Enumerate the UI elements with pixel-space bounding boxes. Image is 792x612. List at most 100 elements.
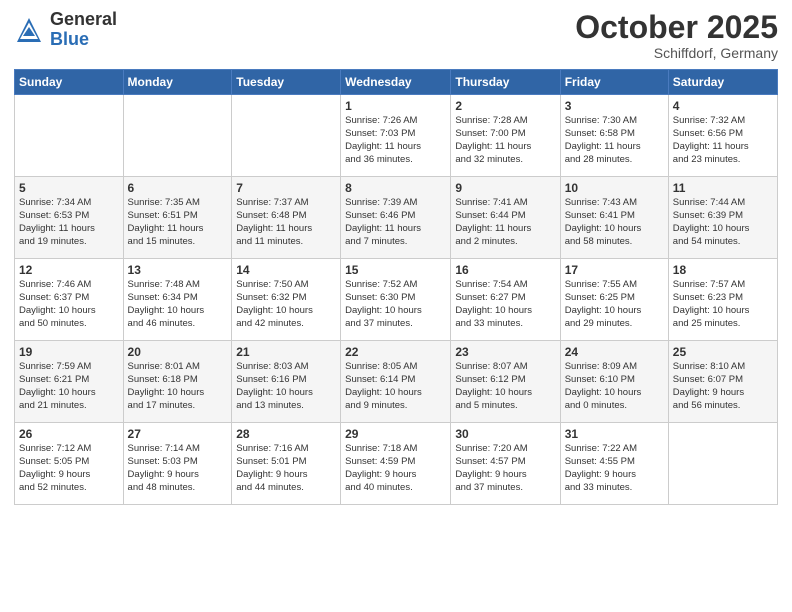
calendar-cell [668,423,777,505]
calendar-week-row: 19Sunrise: 7:59 AM Sunset: 6:21 PM Dayli… [15,341,778,423]
calendar-week-row: 12 Sunrise: 7:46 AM Sunset: 6:37 PM Dayli… [15,259,778,341]
col-thursday: Thursday [451,70,560,95]
day-info: Sunrise: 8:01 AM Sunset: 6:18 PM Dayligh… [128,361,228,412]
calendar-cell [123,95,232,177]
calendar-cell: 26Sunrise: 7:12 AM Sunset: 5:05 PM Dayli… [15,423,124,505]
col-monday: Monday [123,70,232,95]
logo-text: General Blue [50,10,117,50]
day-info: Sunrise: 7:14 AM Sunset: 5:03 PM Dayligh… [128,443,228,494]
calendar-cell: 25 Sunrise: 8:10 AM Sunset: 6:07 PM Dayli… [668,341,777,423]
day-info: Sunrise: 7:20 AM Sunset: 4:57 PM Dayligh… [455,443,555,494]
day-number: 25 [673,345,773,359]
calendar-cell: 31 Sunrise: 7:22 AM Sunset: 4:55 PM Dayli… [560,423,668,505]
day-info: Sunrise: 7:30 AM Sunset: 6:58 PM Dayligh… [565,115,664,166]
day-number: 20 [128,345,228,359]
logo-general-text: General [50,10,117,30]
calendar-cell: 6 Sunrise: 7:35 AM Sunset: 6:51 PM Daylig… [123,177,232,259]
calendar-cell: 13 Sunrise: 7:48 AM Sunset: 6:34 PM Dayli… [123,259,232,341]
calendar-cell [232,95,341,177]
day-number: 6 [128,181,228,195]
calendar-cell: 9Sunrise: 7:41 AM Sunset: 6:44 PM Daylig… [451,177,560,259]
calendar-header-row: Sunday Monday Tuesday Wednesday Thursday… [15,70,778,95]
day-info: Sunrise: 7:35 AM Sunset: 6:51 PM Dayligh… [128,197,228,248]
title-block: October 2025 Schiffdorf, Germany [575,10,778,61]
calendar-week-row: 1 Sunrise: 7:26 AM Sunset: 7:03 PM Daylig… [15,95,778,177]
day-number: 18 [673,263,773,277]
page-container: General Blue October 2025 Schiffdorf, Ge… [0,0,792,612]
day-number: 29 [345,427,446,441]
calendar-cell: 16 Sunrise: 7:54 AM Sunset: 6:27 PM Dayli… [451,259,560,341]
location-text: Schiffdorf, Germany [575,45,778,61]
calendar-cell: 24Sunrise: 8:09 AM Sunset: 6:10 PM Dayli… [560,341,668,423]
day-number: 12 [19,263,119,277]
day-info: Sunrise: 7:41 AM Sunset: 6:44 PM Dayligh… [455,197,555,248]
calendar-cell: 17 Sunrise: 7:55 AM Sunset: 6:25 PM Dayli… [560,259,668,341]
day-info: Sunrise: 7:37 AM Sunset: 6:48 PM Dayligh… [236,197,336,248]
day-number: 16 [455,263,555,277]
day-info: Sunrise: 7:48 AM Sunset: 6:34 PM Dayligh… [128,279,228,330]
col-wednesday: Wednesday [341,70,451,95]
col-sunday: Sunday [15,70,124,95]
calendar-week-row: 26Sunrise: 7:12 AM Sunset: 5:05 PM Dayli… [15,423,778,505]
day-info: Sunrise: 8:10 AM Sunset: 6:07 PM Dayligh… [673,361,773,412]
day-info: Sunrise: 7:32 AM Sunset: 6:56 PM Dayligh… [673,115,773,166]
day-number: 14 [236,263,336,277]
day-info: Sunrise: 7:52 AM Sunset: 6:30 PM Dayligh… [345,279,446,330]
day-number: 19 [19,345,119,359]
day-info: Sunrise: 7:28 AM Sunset: 7:00 PM Dayligh… [455,115,555,166]
day-number: 24 [565,345,664,359]
calendar-cell: 3 Sunrise: 7:30 AM Sunset: 6:58 PM Daylig… [560,95,668,177]
day-number: 31 [565,427,664,441]
logo: General Blue [14,10,117,50]
day-info: Sunrise: 7:22 AM Sunset: 4:55 PM Dayligh… [565,443,664,494]
col-tuesday: Tuesday [232,70,341,95]
day-number: 3 [565,99,664,113]
day-info: Sunrise: 7:50 AM Sunset: 6:32 PM Dayligh… [236,279,336,330]
calendar-cell: 4 Sunrise: 7:32 AM Sunset: 6:56 PM Daylig… [668,95,777,177]
day-info: Sunrise: 7:55 AM Sunset: 6:25 PM Dayligh… [565,279,664,330]
day-info: Sunrise: 7:54 AM Sunset: 6:27 PM Dayligh… [455,279,555,330]
calendar-cell: 5 Sunrise: 7:34 AM Sunset: 6:53 PM Daylig… [15,177,124,259]
day-info: Sunrise: 7:46 AM Sunset: 6:37 PM Dayligh… [19,279,119,330]
calendar-cell: 8Sunrise: 7:39 AM Sunset: 6:46 PM Daylig… [341,177,451,259]
day-number: 15 [345,263,446,277]
day-info: Sunrise: 7:57 AM Sunset: 6:23 PM Dayligh… [673,279,773,330]
day-info: Sunrise: 7:44 AM Sunset: 6:39 PM Dayligh… [673,197,773,248]
logo-icon [14,15,44,45]
day-number: 27 [128,427,228,441]
calendar-cell: 14 Sunrise: 7:50 AM Sunset: 6:32 PM Dayli… [232,259,341,341]
calendar-cell: 20 Sunrise: 8:01 AM Sunset: 6:18 PM Dayli… [123,341,232,423]
calendar-cell: 15 Sunrise: 7:52 AM Sunset: 6:30 PM Dayli… [341,259,451,341]
day-number: 21 [236,345,336,359]
day-info: Sunrise: 7:43 AM Sunset: 6:41 PM Dayligh… [565,197,664,248]
day-number: 11 [673,181,773,195]
day-number: 22 [345,345,446,359]
day-number: 2 [455,99,555,113]
day-number: 17 [565,263,664,277]
day-number: 10 [565,181,664,195]
calendar-cell: 11 Sunrise: 7:44 AM Sunset: 6:39 PM Dayli… [668,177,777,259]
calendar-cell: 23 Sunrise: 8:07 AM Sunset: 6:12 PM Dayli… [451,341,560,423]
col-friday: Friday [560,70,668,95]
calendar-cell: 27 Sunrise: 7:14 AM Sunset: 5:03 PM Dayli… [123,423,232,505]
calendar-cell: 30Sunrise: 7:20 AM Sunset: 4:57 PM Dayli… [451,423,560,505]
day-number: 4 [673,99,773,113]
day-info: Sunrise: 7:34 AM Sunset: 6:53 PM Dayligh… [19,197,119,248]
day-info: Sunrise: 8:03 AM Sunset: 6:16 PM Dayligh… [236,361,336,412]
calendar-cell: 28Sunrise: 7:16 AM Sunset: 5:01 PM Dayli… [232,423,341,505]
day-info: Sunrise: 7:18 AM Sunset: 4:59 PM Dayligh… [345,443,446,494]
day-number: 13 [128,263,228,277]
calendar-cell [15,95,124,177]
day-number: 7 [236,181,336,195]
calendar-cell: 18 Sunrise: 7:57 AM Sunset: 6:23 PM Dayli… [668,259,777,341]
calendar-cell: 1 Sunrise: 7:26 AM Sunset: 7:03 PM Daylig… [341,95,451,177]
calendar-cell: 29 Sunrise: 7:18 AM Sunset: 4:59 PM Dayli… [341,423,451,505]
day-number: 23 [455,345,555,359]
day-number: 1 [345,99,446,113]
day-number: 5 [19,181,119,195]
calendar-cell: 21 Sunrise: 8:03 AM Sunset: 6:16 PM Dayli… [232,341,341,423]
calendar-cell: 2 Sunrise: 7:28 AM Sunset: 7:00 PM Daylig… [451,95,560,177]
day-info: Sunrise: 8:05 AM Sunset: 6:14 PM Dayligh… [345,361,446,412]
day-info: Sunrise: 7:26 AM Sunset: 7:03 PM Dayligh… [345,115,446,166]
day-info: Sunrise: 8:07 AM Sunset: 6:12 PM Dayligh… [455,361,555,412]
